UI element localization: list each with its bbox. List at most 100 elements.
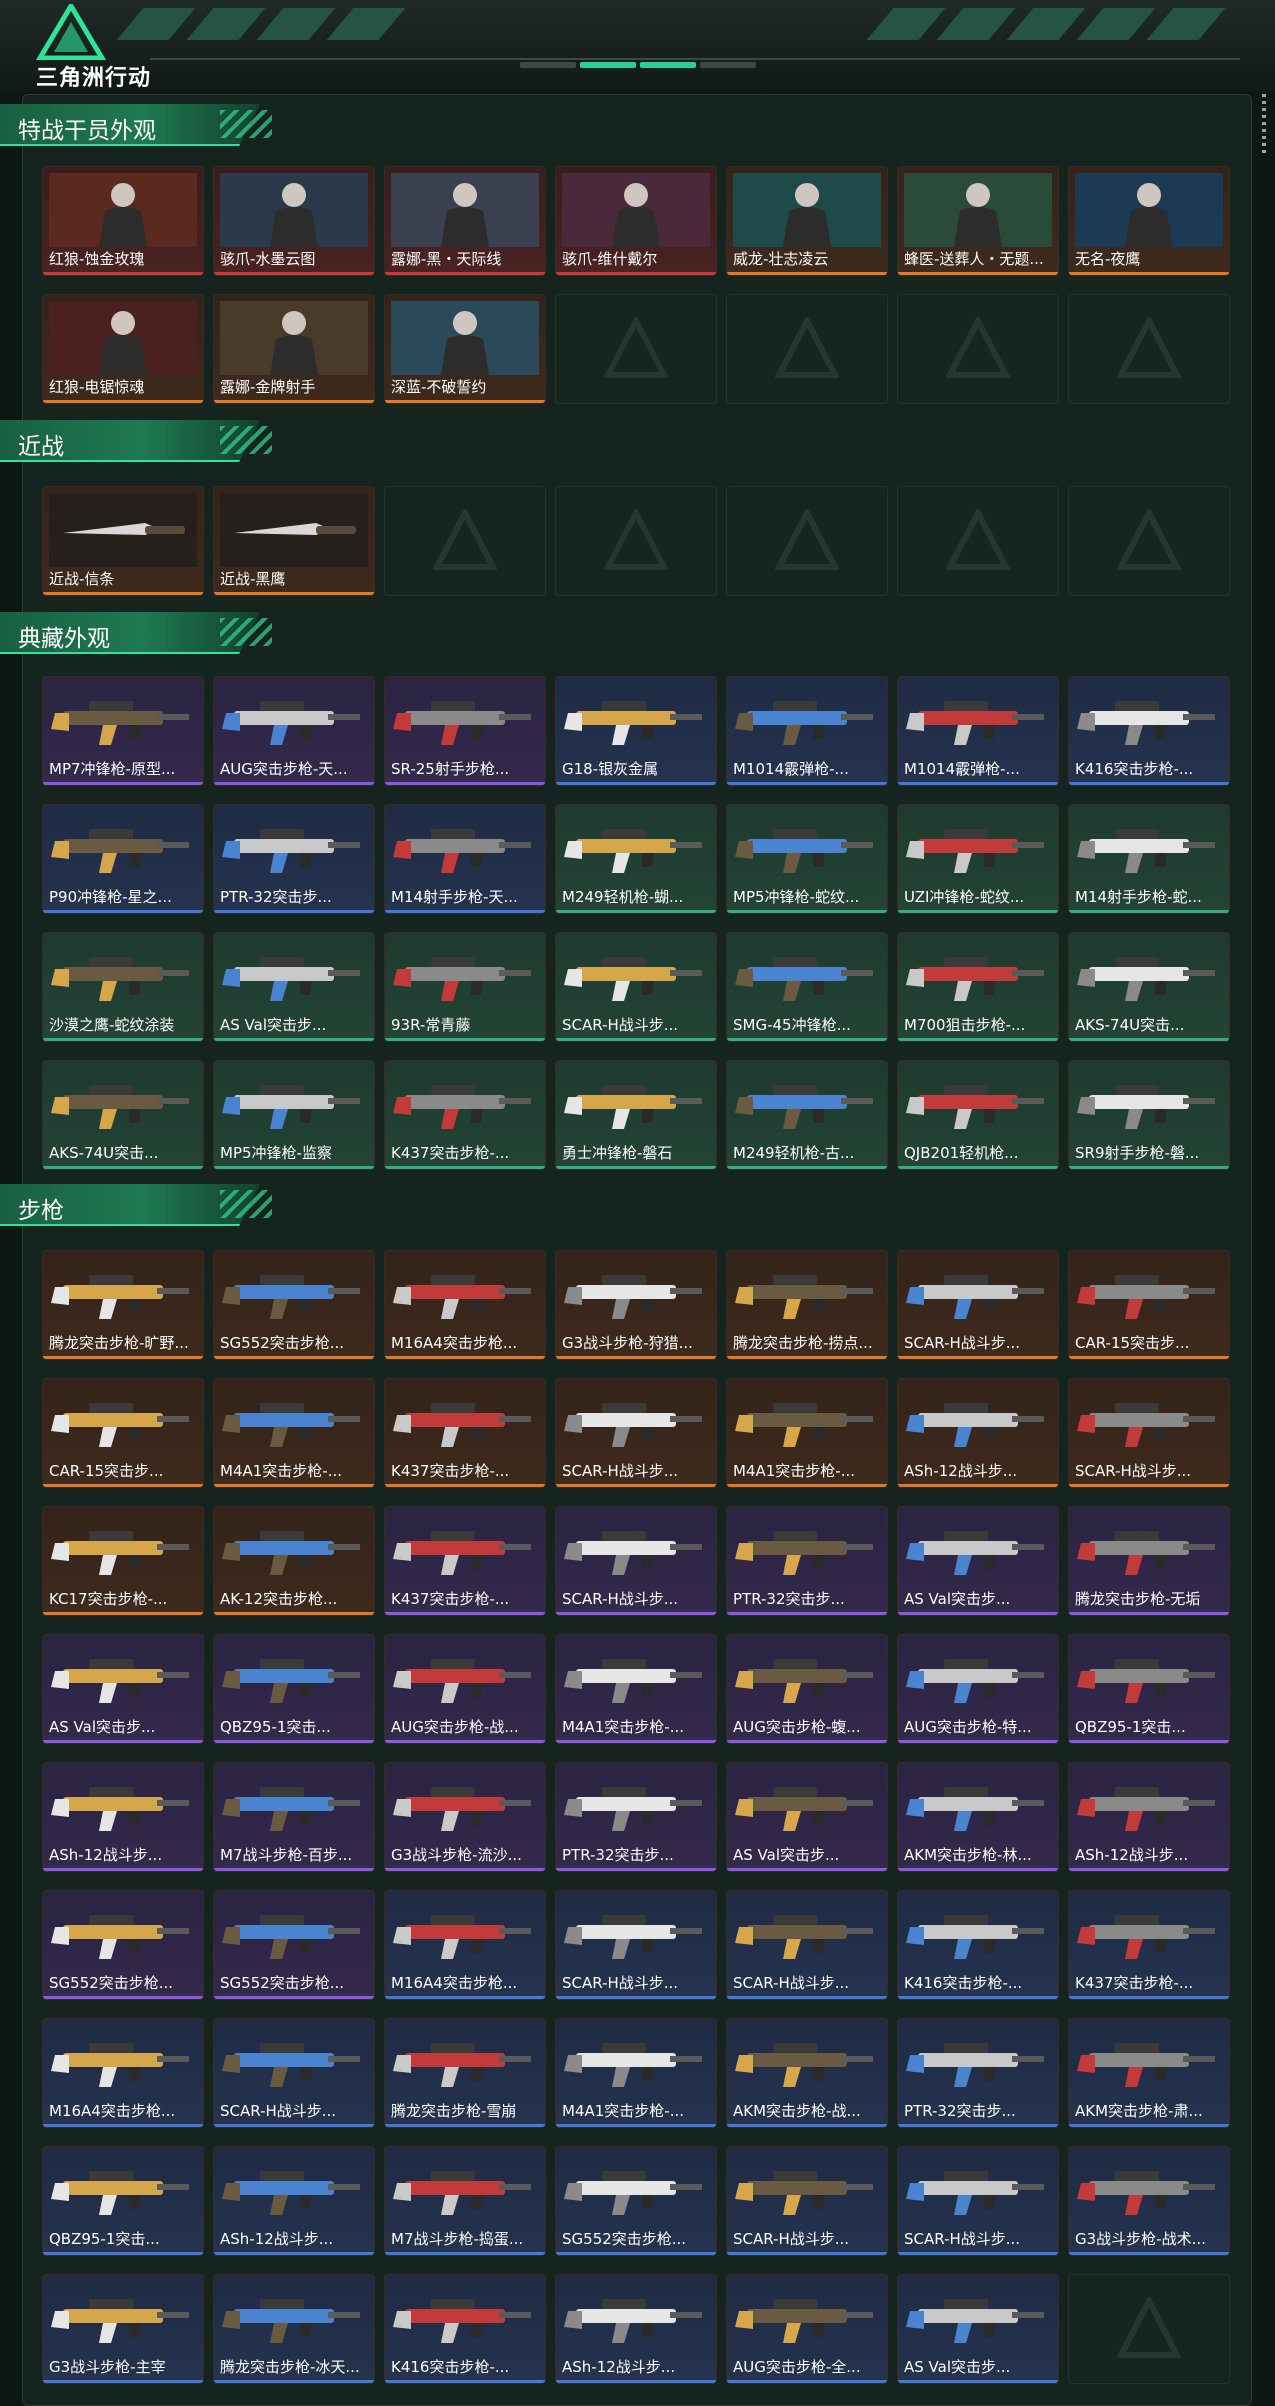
item-card[interactable]: 露娜-金牌射手 xyxy=(213,294,375,404)
item-card[interactable]: SR9射手步枪-磐... xyxy=(1068,1060,1230,1170)
item-card[interactable]: M1014霰弹枪-... xyxy=(897,676,1059,786)
item-card[interactable]: SCAR-H战斗步... xyxy=(213,2018,375,2128)
item-card[interactable]: AUG突击步枪-战... xyxy=(384,1634,546,1744)
item-card[interactable]: K437突击步枪-... xyxy=(384,1506,546,1616)
item-card[interactable]: SG552突击步枪... xyxy=(213,1890,375,2000)
item-card[interactable]: SCAR-H战斗步... xyxy=(897,1250,1059,1360)
item-card[interactable]: AK-12突击步枪... xyxy=(213,1506,375,1616)
item-card[interactable]: QBZ95-1突击... xyxy=(1068,1634,1230,1744)
item-card[interactable]: 93R-常青藤 xyxy=(384,932,546,1042)
item-card[interactable]: AUG突击步枪-特... xyxy=(897,1634,1059,1744)
item-card[interactable]: AKM突击步枪-战... xyxy=(726,2018,888,2128)
item-card[interactable]: SR-25射手步枪... xyxy=(384,676,546,786)
item-card[interactable]: MP7冲锋枪-原型... xyxy=(42,676,204,786)
item-card[interactable]: AS Val突击步... xyxy=(897,2274,1059,2384)
item-card[interactable]: M4A1突击步枪-... xyxy=(726,1378,888,1488)
item-card[interactable]: K416突击步枪-... xyxy=(384,2274,546,2384)
item-card[interactable]: K416突击步枪-... xyxy=(897,1890,1059,2000)
item-card[interactable]: UZI冲锋枪-蛇纹... xyxy=(897,804,1059,914)
item-card[interactable]: K416突击步枪-... xyxy=(1068,676,1230,786)
item-card[interactable]: SCAR-H战斗步... xyxy=(726,2146,888,2256)
item-card[interactable]: 骇爪-维什戴尔 xyxy=(555,166,717,276)
item-card[interactable]: SMG-45冲锋枪... xyxy=(726,932,888,1042)
item-card[interactable]: SG552突击步枪... xyxy=(555,2146,717,2256)
item-card[interactable]: 露娜-黑・天际线 xyxy=(384,166,546,276)
item-card[interactable]: 深蓝-不破誓约 xyxy=(384,294,546,404)
item-card[interactable]: K437突击步枪-... xyxy=(384,1378,546,1488)
item-card[interactable]: MP5冲锋枪-监察 xyxy=(213,1060,375,1170)
item-card[interactable]: AUG突击步枪-蝮... xyxy=(726,1634,888,1744)
item-card[interactable]: SG552突击步枪... xyxy=(213,1250,375,1360)
item-card[interactable]: M1014霰弹枪-... xyxy=(726,676,888,786)
item-card[interactable]: 腾龙突击步枪-捞点... xyxy=(726,1250,888,1360)
item-card[interactable]: AS Val突击步... xyxy=(726,1762,888,1872)
item-card[interactable]: M249轻机枪-古... xyxy=(726,1060,888,1170)
item-card[interactable]: AKM突击步枪-肃... xyxy=(1068,2018,1230,2128)
item-card[interactable]: MP5冲锋枪-蛇纹... xyxy=(726,804,888,914)
item-card[interactable]: M14射手步枪-天... xyxy=(384,804,546,914)
item-card[interactable]: 近战-信条 xyxy=(42,486,204,596)
item-card[interactable]: CAR-15突击步... xyxy=(1068,1250,1230,1360)
item-card[interactable]: ASh-12战斗步... xyxy=(213,2146,375,2256)
item-card[interactable]: M700狙击步枪-... xyxy=(897,932,1059,1042)
item-card[interactable]: ASh-12战斗步... xyxy=(555,2274,717,2384)
item-card[interactable]: 威龙-壮志凌云 xyxy=(726,166,888,276)
item-card[interactable]: M16A4突击步枪... xyxy=(42,2018,204,2128)
item-card[interactable]: PTR-32突击步... xyxy=(726,1506,888,1616)
item-card[interactable]: AS Val突击步... xyxy=(897,1506,1059,1616)
item-card[interactable]: 骇爪-水墨云图 xyxy=(213,166,375,276)
item-card[interactable]: 近战-黑鹰 xyxy=(213,486,375,596)
item-card[interactable]: 腾龙突击步枪-无垢 xyxy=(1068,1506,1230,1616)
item-card[interactable]: M4A1突击步枪-... xyxy=(555,2018,717,2128)
item-card[interactable]: 腾龙突击步枪-冰天... xyxy=(213,2274,375,2384)
item-card[interactable]: M4A1突击步枪-... xyxy=(213,1378,375,1488)
item-card[interactable]: AS Val突击步... xyxy=(213,932,375,1042)
item-card[interactable]: 沙漠之鹰-蛇纹涂装 xyxy=(42,932,204,1042)
item-card[interactable]: ASh-12战斗步... xyxy=(42,1762,204,1872)
item-card[interactable]: 红狼-电锯惊魂 xyxy=(42,294,204,404)
item-card[interactable]: AKS-74U突击... xyxy=(1068,932,1230,1042)
item-card[interactable]: P90冲锋枪-星之... xyxy=(42,804,204,914)
item-card[interactable]: M7战斗步枪-捣蛋... xyxy=(384,2146,546,2256)
item-card[interactable]: 腾龙突击步枪-旷野... xyxy=(42,1250,204,1360)
item-card[interactable]: K437突击步枪-... xyxy=(1068,1890,1230,2000)
item-card[interactable]: SCAR-H战斗步... xyxy=(897,2146,1059,2256)
item-card[interactable]: G3战斗步枪-主宰 xyxy=(42,2274,204,2384)
item-card[interactable]: M249轻机枪-蝴... xyxy=(555,804,717,914)
item-card[interactable]: ASh-12战斗步... xyxy=(897,1378,1059,1488)
item-card[interactable]: SCAR-H战斗步... xyxy=(555,1890,717,2000)
item-card[interactable]: G18-银灰金属 xyxy=(555,676,717,786)
item-card[interactable]: M4A1突击步枪-... xyxy=(555,1634,717,1744)
item-card[interactable]: QJB201轻机枪... xyxy=(897,1060,1059,1170)
item-card[interactable]: 红狼-蚀金玫瑰 xyxy=(42,166,204,276)
item-card[interactable]: M7战斗步枪-百步... xyxy=(213,1762,375,1872)
item-card[interactable]: PTR-32突击步... xyxy=(897,2018,1059,2128)
item-card[interactable]: M16A4突击步枪... xyxy=(384,1890,546,2000)
item-card[interactable]: SCAR-H战斗步... xyxy=(555,932,717,1042)
item-card[interactable]: SCAR-H战斗步... xyxy=(1068,1378,1230,1488)
item-card[interactable]: G3战斗步枪-战术... xyxy=(1068,2146,1230,2256)
item-card[interactable]: CAR-15突击步... xyxy=(42,1378,204,1488)
item-card[interactable]: M16A4突击步枪... xyxy=(384,1250,546,1360)
item-card[interactable]: AKS-74U突击... xyxy=(42,1060,204,1170)
item-card[interactable]: SCAR-H战斗步... xyxy=(555,1378,717,1488)
item-card[interactable]: 勇士冲锋枪-磐石 xyxy=(555,1060,717,1170)
item-card[interactable]: G3战斗步枪-流沙... xyxy=(384,1762,546,1872)
item-card[interactable]: ASh-12战斗步... xyxy=(1068,1762,1230,1872)
item-card[interactable]: AUG突击步枪-全... xyxy=(726,2274,888,2384)
item-card[interactable]: KC17突击步枪-... xyxy=(42,1506,204,1616)
item-card[interactable]: PTR-32突击步... xyxy=(213,804,375,914)
item-card[interactable]: 无名-夜鹰 xyxy=(1068,166,1230,276)
scrollbar[interactable] xyxy=(1262,94,1266,154)
item-card[interactable]: PTR-32突击步... xyxy=(555,1762,717,1872)
item-card[interactable]: M14射手步枪-蛇... xyxy=(1068,804,1230,914)
item-card[interactable]: QBZ95-1突击... xyxy=(213,1634,375,1744)
item-card[interactable]: K437突击步枪-... xyxy=(384,1060,546,1170)
item-card[interactable]: 腾龙突击步枪-雪崩 xyxy=(384,2018,546,2128)
item-card[interactable]: QBZ95-1突击... xyxy=(42,2146,204,2256)
item-card[interactable]: SG552突击步枪... xyxy=(42,1890,204,2000)
item-card[interactable]: SCAR-H战斗步... xyxy=(726,1890,888,2000)
item-card[interactable]: AKM突击步枪-林... xyxy=(897,1762,1059,1872)
item-card[interactable]: AUG突击步枪-天... xyxy=(213,676,375,786)
item-card[interactable]: G3战斗步枪-狩猎... xyxy=(555,1250,717,1360)
